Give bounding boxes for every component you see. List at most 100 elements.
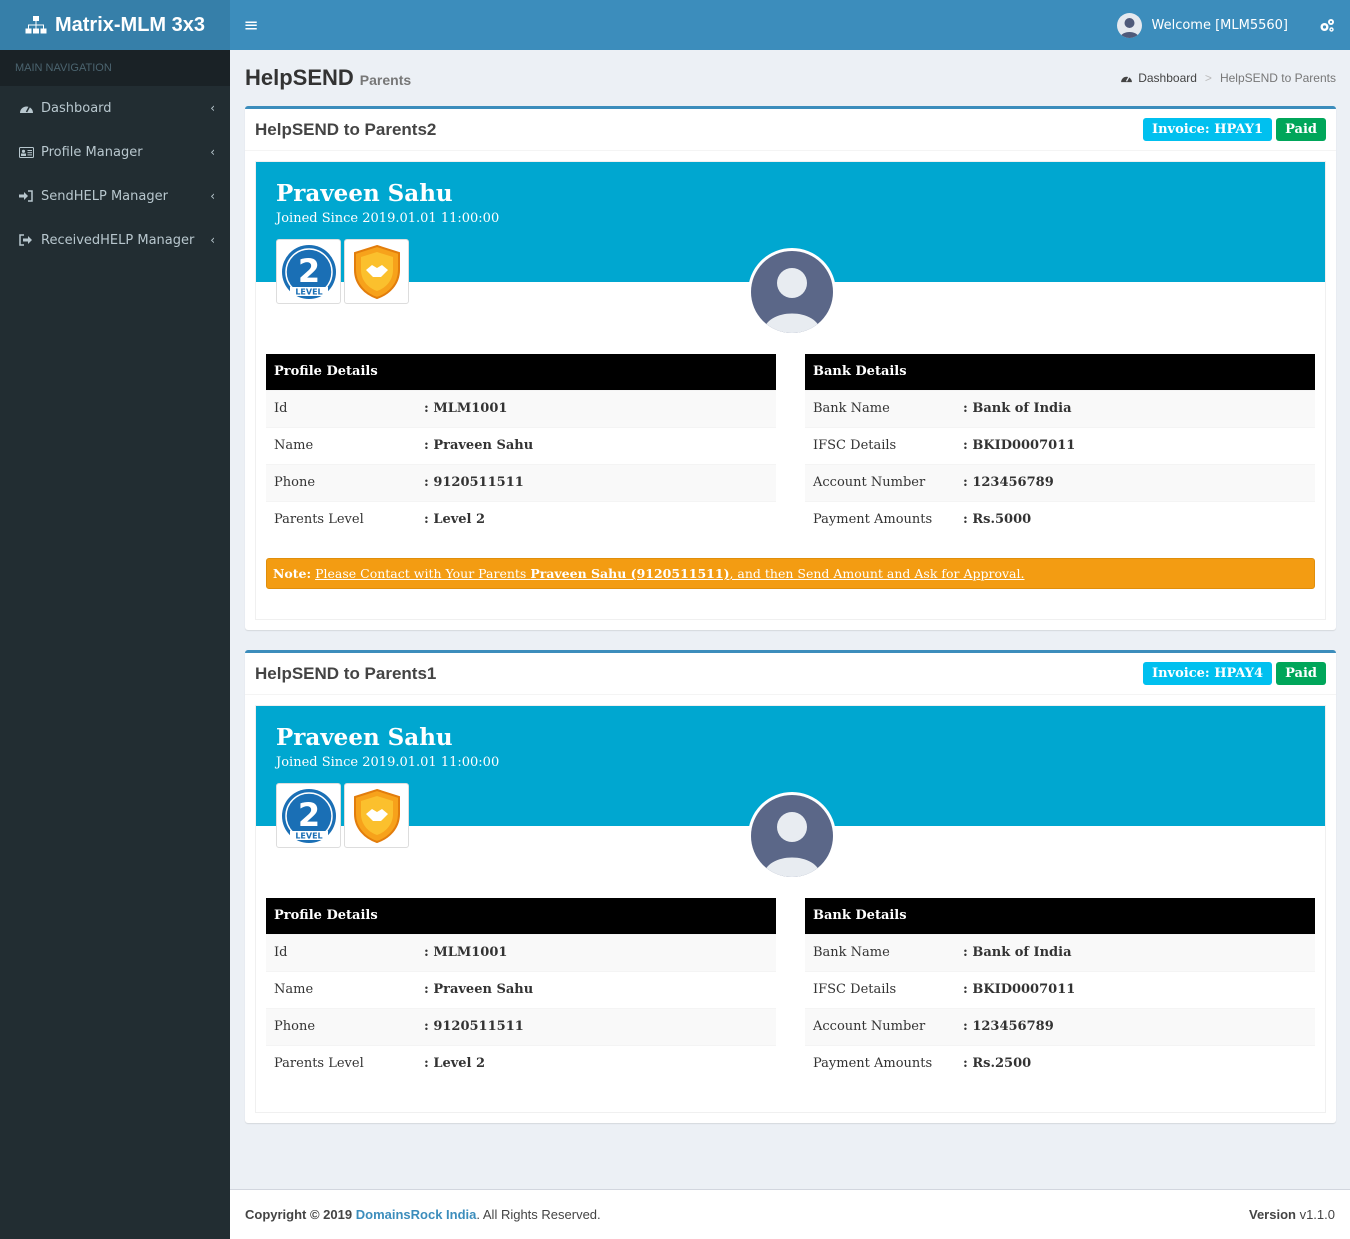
shield-badge [344,239,409,304]
version: Version v1.1.0 [1249,1207,1335,1222]
level-badge-text: LEVEL [295,287,322,296]
sidebar-toggle-button[interactable]: ≡ [230,0,272,50]
row-key: Payment Amounts [805,500,955,538]
contact-note: Note: Please Contact with Your Parents P… [266,558,1315,589]
breadcrumb-current: HelpSEND to Parents [1219,71,1336,85]
sidebar: Matrix-MLM 3x3 MAIN NAVIGATION Dashboard… [0,0,230,1239]
version-label: Version [1248,1207,1296,1222]
company-link[interactable]: DomainsRock India [356,1207,477,1222]
table-row: Phone: 9120511511 [266,1007,776,1045]
card-title: HelpSEND to Parents1 [255,663,437,683]
table-row: Name: Praveen Sahu [266,426,776,464]
sidebar-item-receivedhelp-manager[interactable]: ReceivedHELP Manager ‹ [0,218,230,262]
status-badge: Paid [1276,662,1326,685]
page-title: HelpSEND Parents [245,65,411,91]
table-row: Account Number: 123456789 [805,463,1315,501]
topbar: ≡ Welcome [MLM5560] [230,0,1350,50]
breadcrumb-separator: > [1204,71,1212,85]
user-menu[interactable]: Welcome [MLM5560] [1116,12,1288,38]
table-heading: Profile Details [266,354,776,390]
row-key: Parents Level [266,1044,416,1082]
card-header: HelpSEND to Parents1 Invoice: HPAY4 Paid [245,653,1336,695]
copyright: Copyright © 2019 DomainsRock India. All … [245,1207,601,1222]
table-row: Bank Name: Bank of India [805,933,1315,971]
row-key: Phone [266,463,416,501]
dashboard-icon [1121,76,1133,83]
sidebar-item-dashboard[interactable]: Dashboard ‹ [0,86,230,130]
table-heading: Profile Details [266,898,776,934]
bank-details-table: Bank Details Bank Name: Bank of India IF… [805,354,1315,538]
rights-text: . All Rights Reserved. [476,1207,601,1222]
row-value: : Level 2 [416,1044,776,1082]
row-key: Phone [266,1007,416,1045]
row-value: : Level 2 [416,500,776,538]
bank-details-table: Bank Details Bank Name: Bank of India IF… [805,898,1315,1082]
main-content: HelpSEND Parents Dashboard > HelpSEND to … [245,50,1336,1143]
helpsend-card: HelpSEND to Parents1 Invoice: HPAY4 Paid… [245,650,1336,1123]
row-value: : Rs.2500 [955,1044,1315,1082]
table-row: Parents Level: Level 2 [266,1044,776,1082]
level-badge: 2 LEVEL [276,783,341,848]
shield-badge [344,783,409,848]
app-logo[interactable]: Matrix-MLM 3x3 [0,0,230,50]
row-key: Id [266,933,416,971]
widget-header: Praveen Sahu Joined Since 2019.01.01 11:… [256,706,1325,880]
table-row: Bank Name: Bank of India [805,389,1315,427]
page-title-text: HelpSEND [245,65,354,90]
joined-date: Joined Since 2019.01.01 11:00:00 [276,211,500,226]
avatar [748,248,836,336]
table-row: Phone: 9120511511 [266,463,776,501]
gears-icon [1320,18,1334,32]
handshake-shield-icon [353,788,400,843]
table-row: Id: MLM1001 [266,933,776,971]
row-value: : 123456789 [955,1007,1315,1045]
row-value: : Rs.5000 [955,500,1315,538]
level-badge: 2 LEVEL [276,239,341,304]
row-key: Bank Name [805,933,955,971]
contact-parent-link[interactable]: Please Contact with Your Parents Praveen… [315,566,1024,581]
row-value: : Praveen Sahu [416,970,776,1008]
status-badge: Paid [1276,118,1326,141]
row-key: Id [266,389,416,427]
sidebar-item-sendhelp-manager[interactable]: SendHELP Manager ‹ [0,174,230,218]
table-heading: Bank Details [805,354,1315,390]
level-badge-number: 2 [297,796,319,834]
note-parent-name: Praveen Sahu (9120511511) [530,566,730,581]
handshake-shield-icon [353,244,400,299]
breadcrumb: Dashboard > HelpSEND to Parents [1120,71,1336,85]
helpsend-card: HelpSEND to Parents2 Invoice: HPAY1 Paid… [245,106,1336,630]
footer: Copyright © 2019 DomainsRock India. All … [230,1189,1350,1239]
sitemap-icon [25,16,47,34]
table-row: Payment Amounts: Rs.5000 [805,500,1315,538]
row-value: : 9120511511 [416,463,776,501]
row-value: : 9120511511 [416,1007,776,1045]
sidebar-item-profile-manager[interactable]: Profile Manager ‹ [0,130,230,174]
copyright-text: Copyright © 2019 [245,1207,353,1222]
level-badge-number: 2 [297,252,319,290]
sidebar-item-label: Dashboard [41,100,112,116]
card-header: HelpSEND to Parents2 Invoice: HPAY1 Paid [245,109,1336,151]
joined-date: Joined Since 2019.01.01 11:00:00 [276,755,500,770]
chevron-left-icon: ‹ [210,145,215,159]
row-value: : MLM1001 [416,933,776,971]
note-text: Please Contact with Your Parents [315,566,531,581]
avatar [748,792,836,880]
control-sidebar-button[interactable] [1306,18,1348,33]
row-key: Payment Amounts [805,1044,955,1082]
breadcrumb-home[interactable]: Dashboard [1138,71,1197,85]
row-value: : Praveen Sahu [416,426,776,464]
user-name: Praveen Sahu [276,180,453,207]
user-name: Praveen Sahu [276,724,453,751]
sidebar-item-label: Profile Manager [41,144,143,160]
hamburger-icon: ≡ [243,14,259,36]
card-title: HelpSEND to Parents2 [255,119,437,139]
table-row: Id: MLM1001 [266,389,776,427]
row-value: : MLM1001 [416,389,776,427]
sidebar-item-label: SendHELP Manager [41,188,168,204]
row-key: Account Number [805,1007,955,1045]
row-value: : BKID0007011 [955,970,1315,1008]
row-value: : 123456789 [955,463,1315,501]
note-lead: Note: [273,566,312,581]
row-key: Parents Level [266,500,416,538]
profile-details-table: Profile Details Id: MLM1001 Name: Pravee… [266,354,776,538]
